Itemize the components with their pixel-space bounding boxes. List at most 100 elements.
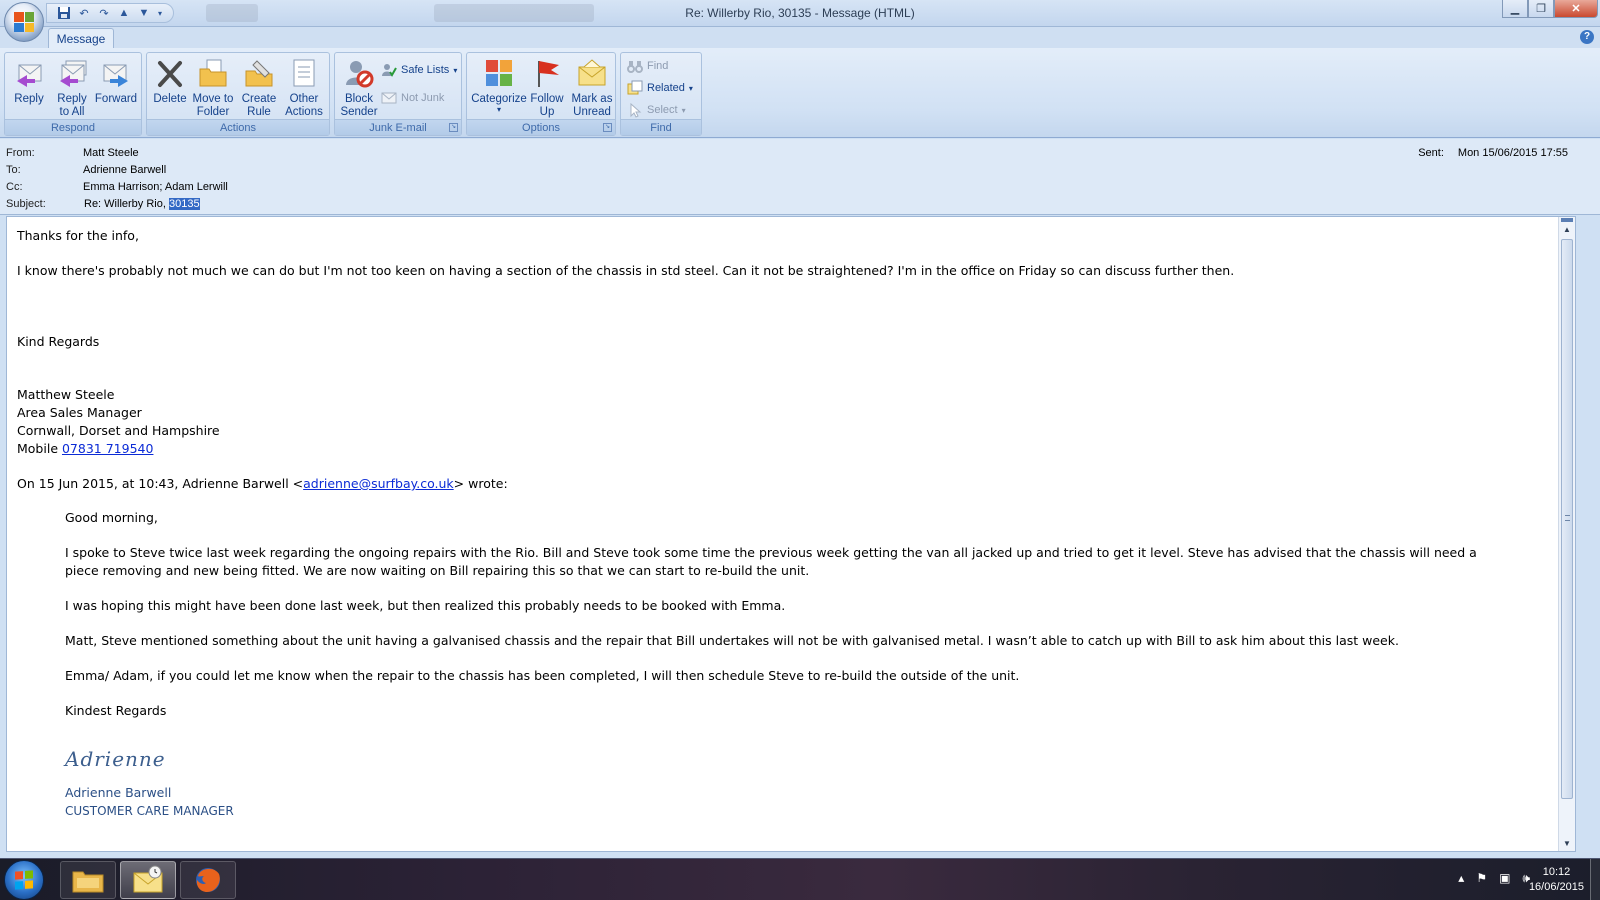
signature-region: Cornwall, Dorset and Hampshire [17, 423, 220, 438]
ribbon-tab-strip: Message ? [0, 27, 1600, 50]
respond-group: Reply Reply to All Forward Respond [4, 52, 142, 136]
quote-paragraph-4: Emma/ Adam, if you could let me know whe… [65, 668, 1020, 683]
start-button[interactable] [4, 860, 44, 900]
tab-message[interactable]: Message [48, 28, 114, 50]
to-label: To: [6, 164, 21, 176]
quote-paragraph-2: I was hoping this might have been done l… [65, 598, 786, 613]
options-group: Categorize ▾ Follow Up Mark as Unread Op… [466, 52, 616, 136]
body-greeting: Thanks for the info, [17, 228, 139, 243]
explorer-icon [72, 871, 104, 893]
system-tray: ▴ ⚑ ▣ 🕪 [1458, 871, 1530, 886]
create-rule-button[interactable]: Create Rule [237, 57, 281, 119]
categorize-icon [483, 57, 515, 89]
delete-button[interactable]: Delete [151, 57, 189, 106]
find-button[interactable]: Find [627, 57, 668, 75]
mark-unread-icon [576, 57, 608, 89]
restore-icon[interactable]: ❐ [1528, 0, 1554, 18]
other-actions-button[interactable]: Other Actions [281, 57, 327, 119]
reply-all-button[interactable]: Reply to All [51, 57, 93, 119]
scroll-up-icon[interactable]: ▲ [1559, 223, 1575, 237]
not-junk-button[interactable]: Not Junk [381, 89, 444, 107]
clock-time: 10:12 [1542, 866, 1571, 878]
close-icon[interactable]: ✕ [1554, 0, 1598, 18]
options-group-label: Options [467, 119, 615, 135]
forward-button[interactable]: Forward [93, 57, 139, 106]
vertical-scrollbar[interactable]: ▲ ▼ [1558, 217, 1575, 851]
options-dialog-launcher[interactable]: ↘ [603, 123, 612, 132]
quote-closing: Kindest Regards [65, 703, 167, 718]
related-icon [627, 80, 643, 95]
action-center-flag-icon[interactable]: ⚑ [1476, 871, 1487, 886]
signature-name: Matthew Steele [17, 387, 115, 402]
office-button[interactable] [4, 2, 44, 42]
find-group: Find Related ▾ Select ▾ Find [620, 52, 702, 136]
quoted-message: Good morning, I spoke to Steve twice las… [17, 509, 1547, 820]
message-body-pane[interactable]: Thanks for the info, I know there's prob… [6, 216, 1576, 852]
cc-value[interactable]: Emma Harrison; Adam Lerwill [83, 179, 228, 196]
not-junk-icon [381, 92, 397, 104]
scroll-thumb[interactable] [1561, 239, 1573, 799]
quote-paragraph-3: Matt, Steve mentioned something about th… [65, 633, 1399, 648]
from-label: From: [6, 147, 35, 159]
follow-up-flag-icon [531, 57, 563, 89]
scroll-splitter[interactable] [1561, 218, 1573, 222]
to-value[interactable]: Adrienne Barwell [83, 162, 166, 179]
sent-info: Sent: Mon 15/06/2015 17:55 [1418, 147, 1568, 159]
cc-label: Cc: [6, 181, 23, 193]
block-sender-button[interactable]: Block Sender [339, 57, 379, 119]
actions-group: Delete Move to Folder Create Rule Other … [146, 52, 330, 136]
actions-group-label: Actions [147, 119, 329, 135]
clock[interactable]: 10:12 16/06/2015 [1529, 865, 1584, 895]
reply-all-icon [56, 57, 88, 89]
email-link[interactable]: adrienne@surfbay.co.uk [303, 476, 454, 491]
create-rule-icon [243, 57, 275, 89]
reply-icon [13, 57, 45, 89]
mark-as-unread-button[interactable]: Mark as Unread [569, 57, 615, 119]
quote-signature-name: Adrienne Barwell [65, 785, 172, 800]
show-hidden-icons-icon[interactable]: ▴ [1458, 871, 1464, 886]
junk-email-group: Block Sender Safe Lists ▾ Not Junk Junk E… [334, 52, 462, 136]
network-icon[interactable]: ▣ [1499, 871, 1510, 886]
from-value[interactable]: Matt Steele [83, 145, 139, 162]
other-actions-icon [288, 57, 320, 89]
subject-label: Subject: [6, 198, 46, 210]
junk-email-group-label: Junk E-mail [335, 119, 461, 135]
mobile-link[interactable]: 07831 719540 [62, 441, 153, 456]
scroll-down-icon[interactable]: ▼ [1559, 837, 1575, 851]
body-closing: Kind Regards [17, 334, 100, 349]
sent-value: Mon 15/06/2015 17:55 [1457, 147, 1568, 159]
quote-paragraph-1: I spoke to Steve twice last week regardi… [65, 545, 1477, 578]
quote-intro: On 15 Jun 2015, at 10:43, Adrienne Barwe… [17, 476, 508, 491]
delete-icon [154, 57, 186, 89]
firefox-taskbar-button[interactable] [180, 861, 236, 899]
signature-mobile: Mobile 07831 719540 [17, 441, 154, 456]
subject-selection: 30135 [168, 198, 200, 210]
select-button[interactable]: Select ▾ [627, 101, 686, 119]
safe-lists-icon [382, 64, 397, 77]
window-controls: ▁ ❐ ✕ [1502, 0, 1598, 18]
select-cursor-icon [630, 102, 642, 118]
safe-lists-button[interactable]: Safe Lists ▾ [381, 61, 457, 79]
help-icon[interactable]: ? [1580, 30, 1594, 44]
window-title: Re: Willerby Rio, 30135 - Message (HTML) [685, 6, 915, 20]
explorer-taskbar-button[interactable] [60, 861, 116, 899]
reply-button[interactable]: Reply [9, 57, 49, 106]
show-desktop-button[interactable] [1590, 859, 1600, 900]
follow-up-button[interactable]: Follow Up [527, 57, 567, 119]
outlook-taskbar-button[interactable] [120, 861, 176, 899]
related-button[interactable]: Related ▾ [627, 79, 693, 97]
respond-group-label: Respond [5, 119, 141, 135]
windows-logo-icon [15, 870, 33, 890]
ribbon: Reply Reply to All Forward Respond Delet… [0, 48, 1600, 138]
junk-email-dialog-launcher[interactable]: ↘ [449, 123, 458, 132]
move-to-folder-button[interactable]: Move to Folder [189, 57, 237, 119]
minimize-icon[interactable]: ▁ [1502, 0, 1528, 18]
subject-value[interactable]: Re: Willerby Rio, 30135 [84, 196, 200, 213]
categorize-button[interactable]: Categorize ▾ [471, 57, 527, 114]
quote-signature-title: CUSTOMER CARE MANAGER [65, 804, 234, 818]
office-logo-icon [14, 12, 34, 32]
body-paragraph: I know there's probably not much we can … [17, 263, 1235, 278]
message-header: From: Matt Steele To: Adrienne Barwell C… [0, 139, 1600, 215]
firefox-icon [196, 868, 220, 892]
message-body: Thanks for the info, I know there's prob… [17, 227, 1547, 820]
